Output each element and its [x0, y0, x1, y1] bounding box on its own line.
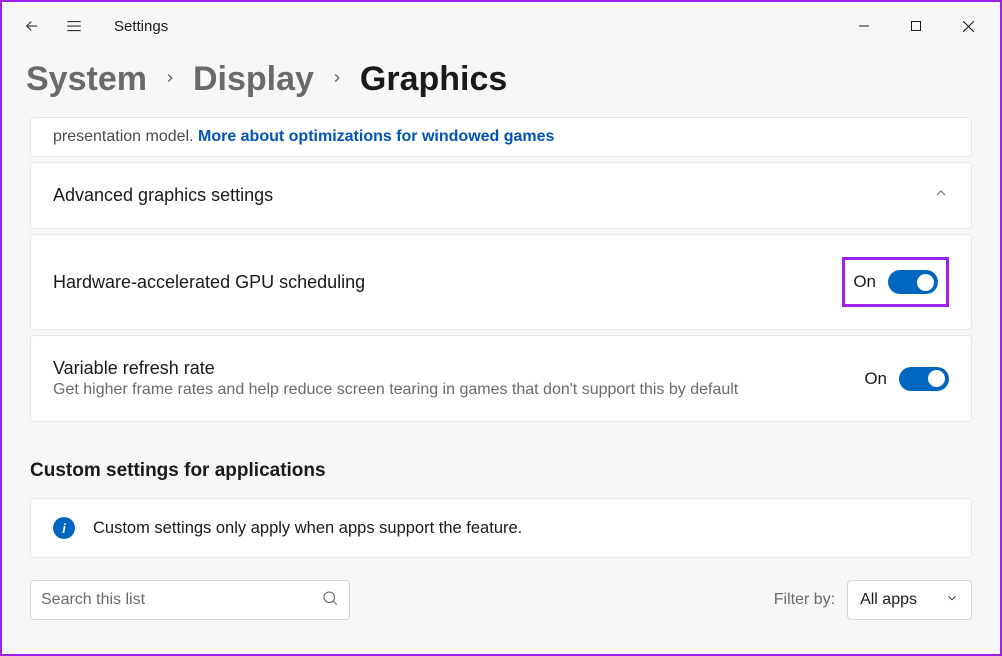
gpu-toggle[interactable]	[888, 270, 938, 294]
filter-right: Filter by: All apps	[774, 580, 972, 620]
minimize-icon	[858, 20, 870, 32]
filter-by-label: Filter by:	[774, 591, 835, 609]
vrr-toggle-group: On	[864, 367, 949, 391]
filter-select[interactable]: All apps	[847, 580, 972, 620]
toggle-thumb	[928, 370, 945, 387]
maximize-icon	[910, 20, 922, 32]
chevron-up-icon	[933, 185, 949, 206]
gpu-scheduling-title: Hardware-accelerated GPU scheduling	[53, 272, 822, 293]
hamburger-icon	[65, 17, 83, 35]
advanced-graphics-header[interactable]: Advanced graphics settings	[31, 163, 971, 228]
minimize-button[interactable]	[852, 14, 876, 38]
window-controls	[852, 14, 1000, 38]
chevron-right-icon	[163, 68, 177, 91]
breadcrumb: System Display Graphics	[2, 50, 1000, 117]
breadcrumb-system[interactable]: System	[26, 60, 147, 99]
variable-refresh-text: Variable refresh rate Get higher frame r…	[53, 358, 844, 399]
vrr-toggle[interactable]	[899, 367, 949, 391]
gpu-toggle-state: On	[853, 272, 876, 292]
close-button[interactable]	[956, 14, 980, 38]
title-bar: Settings	[2, 2, 1000, 50]
search-icon	[321, 589, 339, 612]
breadcrumb-display[interactable]: Display	[193, 60, 314, 99]
variable-refresh-desc: Get higher frame rates and help reduce s…	[53, 381, 844, 399]
filter-row: Filter by: All apps	[30, 580, 972, 624]
custom-settings-heading: Custom settings for applications	[30, 460, 972, 482]
gpu-scheduling-text: Hardware-accelerated GPU scheduling	[53, 272, 822, 293]
vrr-toggle-state: On	[864, 369, 887, 389]
toggle-thumb	[917, 274, 934, 291]
gpu-scheduling-card: Hardware-accelerated GPU scheduling On	[30, 234, 972, 330]
app-title: Settings	[114, 18, 168, 35]
variable-refresh-title: Variable refresh rate	[53, 358, 844, 379]
gpu-toggle-group: On	[853, 270, 938, 294]
variable-refresh-row: Variable refresh rate Get higher frame r…	[31, 336, 971, 421]
filter-select-value: All apps	[860, 591, 917, 609]
highlight-annotation: On	[842, 257, 949, 307]
titlebar-left: Settings	[2, 14, 168, 38]
back-arrow-icon	[23, 17, 41, 35]
close-icon	[962, 20, 975, 33]
partial-text: presentation model.	[53, 128, 194, 145]
windowed-games-card-partial[interactable]: presentation model. More about optimizat…	[30, 117, 972, 157]
breadcrumb-graphics: Graphics	[360, 60, 507, 99]
menu-button[interactable]	[62, 14, 86, 38]
maximize-button[interactable]	[904, 14, 928, 38]
info-card: i Custom settings only apply when apps s…	[30, 498, 972, 558]
chevron-right-icon	[330, 68, 344, 91]
variable-refresh-card: Variable refresh rate Get higher frame r…	[30, 335, 972, 422]
gpu-scheduling-row: Hardware-accelerated GPU scheduling On	[31, 235, 971, 329]
advanced-graphics-title: Advanced graphics settings	[53, 185, 273, 206]
chevron-down-icon	[945, 591, 959, 610]
info-text: Custom settings only apply when apps sup…	[93, 519, 522, 538]
search-box[interactable]	[30, 580, 350, 620]
more-about-link[interactable]: More about optimizations for windowed ga…	[198, 128, 554, 145]
advanced-graphics-header-card: Advanced graphics settings	[30, 162, 972, 229]
search-input[interactable]	[41, 591, 313, 609]
back-button[interactable]	[20, 14, 44, 38]
info-icon: i	[53, 517, 75, 539]
content-area: presentation model. More about optimizat…	[2, 117, 1000, 624]
